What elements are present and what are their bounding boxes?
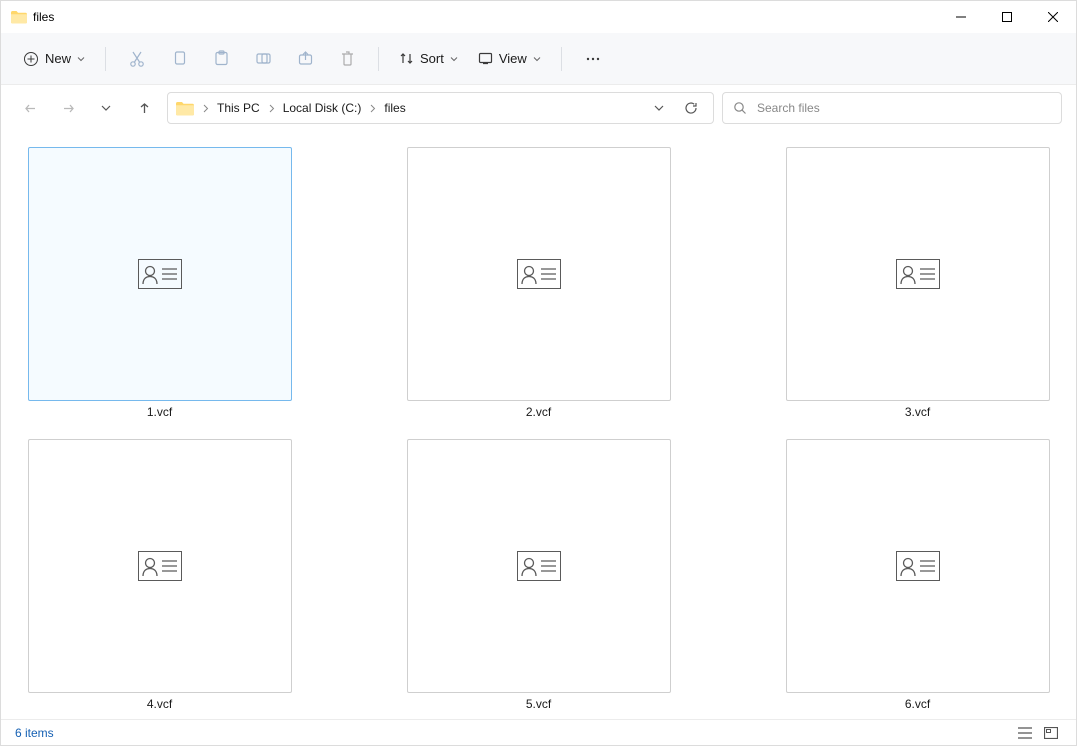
address-bar-right: [647, 96, 707, 120]
sort-button[interactable]: Sort: [391, 45, 466, 72]
thumbnails-view-icon: [1044, 727, 1058, 739]
chevron-right-icon: [200, 104, 211, 113]
file-item[interactable]: 6.vcf: [773, 439, 1062, 711]
refresh-icon: [684, 101, 698, 115]
close-button[interactable]: [1030, 1, 1076, 33]
chevron-down-icon: [654, 103, 664, 113]
file-name: 2.vcf: [526, 405, 551, 419]
minimize-button[interactable]: [938, 1, 984, 33]
toolbar: New: [1, 33, 1076, 85]
share-icon: [297, 50, 314, 67]
view-label: View: [499, 51, 527, 66]
window-controls: [938, 1, 1076, 33]
rename-icon: [255, 50, 272, 67]
address-bar[interactable]: This PC Local Disk (C:) files: [167, 92, 714, 124]
chevron-down-icon: [101, 103, 111, 113]
contact-card-icon: [517, 259, 561, 289]
file-name: 4.vcf: [147, 697, 172, 711]
contact-card-icon: [138, 259, 182, 289]
new-label: New: [45, 51, 71, 66]
contact-card-icon: [896, 259, 940, 289]
view-button[interactable]: View: [470, 45, 549, 72]
maximize-button[interactable]: [984, 1, 1030, 33]
details-view-button[interactable]: [1014, 723, 1036, 743]
details-view-icon: [1018, 727, 1032, 739]
up-button[interactable]: [129, 93, 159, 123]
paste-button[interactable]: [202, 41, 240, 77]
trash-icon: [339, 50, 356, 67]
chevron-down-icon: [77, 55, 85, 63]
file-item[interactable]: 5.vcf: [394, 439, 683, 711]
file-item[interactable]: 2.vcf: [394, 147, 683, 419]
chevron-right-icon: [266, 104, 277, 113]
breadcrumb-item[interactable]: Local Disk (C:): [279, 99, 366, 117]
toolbar-separator: [378, 47, 379, 71]
file-thumbnail: [786, 439, 1050, 693]
more-icon: [585, 51, 601, 67]
search-input[interactable]: [757, 101, 1051, 115]
view-icon: [478, 51, 493, 66]
sort-label: Sort: [420, 51, 444, 66]
file-thumbnail: [407, 147, 671, 401]
plus-circle-icon: [23, 51, 39, 67]
file-thumbnail: [28, 439, 292, 693]
breadcrumb-label: Local Disk (C:): [283, 101, 362, 115]
breadcrumb-item[interactable]: files: [380, 99, 409, 117]
search-icon: [733, 101, 747, 115]
search-box[interactable]: [722, 92, 1062, 124]
file-item[interactable]: 1.vcf: [15, 147, 304, 419]
window-title: files: [33, 10, 54, 24]
sort-icon: [399, 51, 414, 66]
contact-card-icon: [138, 551, 182, 581]
breadcrumb-label: This PC: [217, 101, 260, 115]
file-name: 5.vcf: [526, 697, 551, 711]
folder-icon: [11, 10, 27, 24]
breadcrumb-item[interactable]: This PC: [213, 99, 264, 117]
address-dropdown-button[interactable]: [647, 96, 671, 120]
refresh-button[interactable]: [679, 96, 703, 120]
status-text: 6 items: [15, 726, 54, 740]
share-button[interactable]: [286, 41, 324, 77]
copy-icon: [171, 50, 188, 67]
new-button[interactable]: New: [15, 45, 93, 73]
thumbnails-view-button[interactable]: [1040, 723, 1062, 743]
arrow-up-icon: [137, 101, 152, 116]
toolbar-separator: [105, 47, 106, 71]
contact-card-icon: [517, 551, 561, 581]
file-thumbnail: [407, 439, 671, 693]
file-thumbnail: [28, 147, 292, 401]
status-right: [1014, 723, 1062, 743]
arrow-right-icon: [61, 101, 76, 116]
recent-button[interactable]: [91, 93, 121, 123]
status-bar: 6 items: [1, 719, 1076, 745]
titlebar: files: [1, 1, 1076, 33]
delete-button[interactable]: [328, 41, 366, 77]
copy-button[interactable]: [160, 41, 198, 77]
rename-button[interactable]: [244, 41, 282, 77]
chevron-right-icon: [367, 104, 378, 113]
chevron-down-icon: [533, 55, 541, 63]
chevron-down-icon: [450, 55, 458, 63]
file-name: 3.vcf: [905, 405, 930, 419]
file-item[interactable]: 4.vcf: [15, 439, 304, 711]
arrow-left-icon: [23, 101, 38, 116]
breadcrumb-label: files: [384, 101, 405, 115]
folder-icon: [176, 101, 194, 116]
paste-icon: [213, 50, 230, 67]
file-name: 1.vcf: [147, 405, 172, 419]
file-grid: 1.vcf 2.vcf 3.vcf 4.vcf 5.vcf 6.vcf: [15, 147, 1062, 711]
more-button[interactable]: [574, 41, 612, 77]
file-item[interactable]: 3.vcf: [773, 147, 1062, 419]
cut-button[interactable]: [118, 41, 156, 77]
contact-card-icon: [896, 551, 940, 581]
nav-row: This PC Local Disk (C:) files: [1, 85, 1076, 131]
back-button[interactable]: [15, 93, 45, 123]
forward-button[interactable]: [53, 93, 83, 123]
file-thumbnail: [786, 147, 1050, 401]
file-name: 6.vcf: [905, 697, 930, 711]
cut-icon: [128, 50, 146, 68]
toolbar-separator: [561, 47, 562, 71]
content-area[interactable]: 1.vcf 2.vcf 3.vcf 4.vcf 5.vcf 6.vcf: [1, 131, 1076, 719]
